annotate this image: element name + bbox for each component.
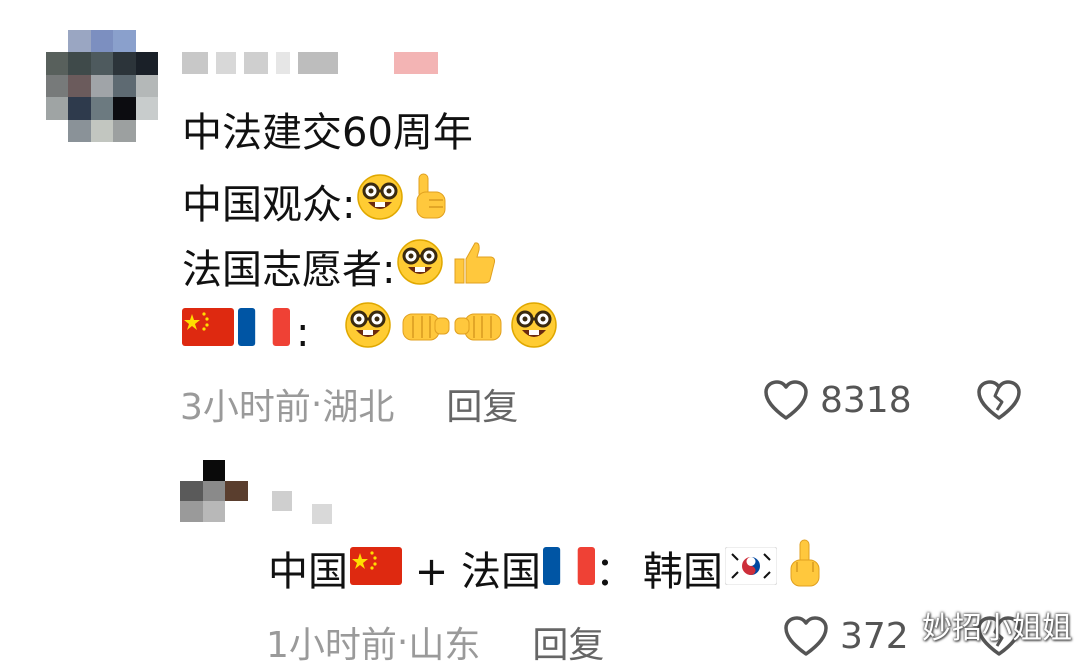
nerd-face-icon <box>343 300 393 365</box>
reply-button[interactable]: 回复 <box>446 378 518 430</box>
right-fist-icon <box>453 305 505 361</box>
heart-outline-icon <box>784 616 828 656</box>
watermark: 妙招小姐姐 <box>922 611 1072 646</box>
comment-line-2: 中国观众: <box>182 172 453 237</box>
pointing-up-icon <box>409 172 453 237</box>
left-fist-icon <box>399 305 451 361</box>
like-count: 372 <box>840 615 909 657</box>
middle-finger-icon <box>785 538 825 605</box>
meta-separator: · <box>310 383 323 425</box>
comment-text: 中国观众: <box>182 181 356 228</box>
reply-text: 中国 <box>268 548 348 595</box>
comment-text: : <box>296 309 310 356</box>
comment-location: 湖北 <box>322 387 395 428</box>
china-flag-icon <box>350 544 402 600</box>
reply-line: 中国 + 法国 ： 韩国 <box>268 538 825 605</box>
france-flag-icon <box>238 305 290 361</box>
reply-colon: ： <box>594 548 635 595</box>
like-button[interactable]: 8318 <box>762 378 912 422</box>
username-blurred[interactable] <box>182 52 438 74</box>
nerd-face-icon <box>355 172 405 237</box>
reply-text: 法国 <box>460 548 541 595</box>
like-count: 8318 <box>820 379 912 421</box>
comment-line-1: 中法建交60周年 <box>182 105 473 161</box>
comment-line-3: 法国志愿者: <box>182 237 499 302</box>
reply-meta: 1小时前 · 山东 回复 <box>266 616 604 661</box>
france-flag-icon <box>542 544 595 600</box>
nerd-face-icon <box>395 237 445 302</box>
comment-meta: 3小时前 · 湖北 回复 <box>180 378 518 430</box>
comment-text: 法国志愿者: <box>182 246 396 293</box>
reply-username-blurred[interactable] <box>272 478 332 524</box>
reply-button[interactable]: 回复 <box>532 616 604 661</box>
comment-line-4: : <box>182 300 559 365</box>
reply-time: 1小时前 <box>266 625 397 661</box>
dislike-button[interactable] <box>975 378 1023 426</box>
avatar[interactable] <box>46 30 158 142</box>
reply-like-button[interactable]: 372 <box>782 614 909 658</box>
broken-heart-outline-icon <box>977 380 1021 420</box>
meta-separator: · <box>396 621 409 661</box>
plus-sign: + <box>402 548 461 595</box>
china-flag-icon <box>182 305 234 361</box>
nerd-face-icon <box>509 300 559 365</box>
thumbs-up-icon <box>449 237 499 302</box>
south-korea-flag-icon <box>724 544 778 600</box>
reply-avatar[interactable] <box>180 460 248 522</box>
comment-time: 3小时前 <box>180 387 311 428</box>
reply-text: 韩国 <box>642 548 723 595</box>
heart-outline-icon <box>764 380 808 420</box>
comment-text: 中法建交60周年 <box>182 110 473 156</box>
reply-location: 山东 <box>408 625 481 661</box>
